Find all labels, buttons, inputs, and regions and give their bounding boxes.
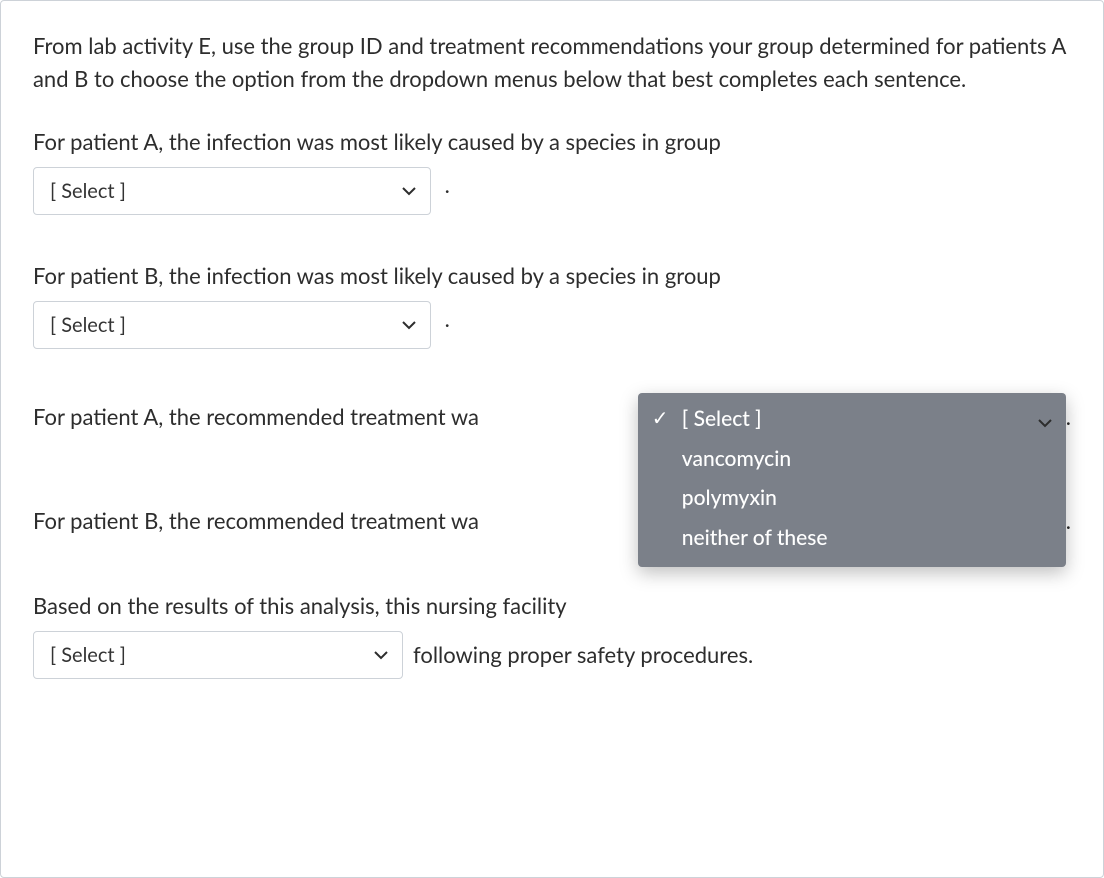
instructions-text: From lab activity E, use the group ID an… [33,29,1071,95]
q1-lead: For patient A, the infection was most li… [33,128,721,155]
q3-lead: For patient A, the recommended treatment… [33,400,479,434]
q2-select[interactable]: [ Select ] [33,301,431,349]
q5-trailing: following proper safety procedures. [413,638,753,672]
q5-select-placeholder: [ Select ] [50,640,126,671]
q1-select-placeholder: [ Select ] [50,176,126,207]
chevron-down-icon [1038,407,1052,440]
q1-select[interactable]: [ Select ] [33,167,431,215]
q4-lead: For patient B, the recommended treatment… [33,504,479,538]
question-1: For patient A, the infection was most li… [33,125,1071,215]
q3-option-placeholder[interactable]: [ Select ] [638,399,1066,439]
chevron-down-icon [402,318,416,332]
question-5: Based on the results of this analysis, t… [33,589,1071,679]
q2-select-placeholder: [ Select ] [50,310,126,341]
chevron-down-icon [402,184,416,198]
q2-period: . [445,302,450,336]
q3-option-polymyxin[interactable]: polymyxin [638,478,1066,518]
chevron-down-icon [374,648,388,662]
q3-option-neither[interactable]: neither of these [638,518,1066,558]
q5-select[interactable]: [ Select ] [33,631,403,679]
question-3: For patient A, the recommended treatment… [33,393,1071,441]
q5-lead: Based on the results of this analysis, t… [33,592,567,619]
q3-dropdown-menu[interactable]: [ Select ] vancomycin polymyxin neither … [638,393,1066,567]
q3-period: . [1066,400,1071,434]
question-2: For patient B, the infection was most li… [33,259,1071,349]
q2-lead: For patient B, the infection was most li… [33,262,721,289]
q4-period: . [1066,504,1071,538]
question-panel: From lab activity E, use the group ID an… [0,0,1104,878]
q1-period: . [445,168,450,202]
q3-option-vancomycin[interactable]: vancomycin [638,439,1066,479]
